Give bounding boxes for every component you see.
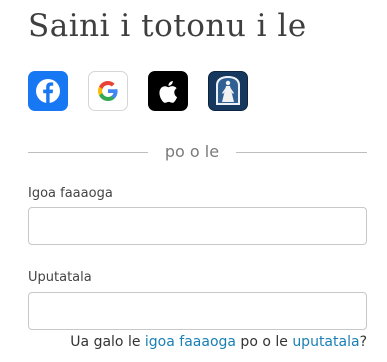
church-icon bbox=[216, 76, 240, 105]
forgot-credentials-text: Ua galo le igoa faaaoga po o le uputatal… bbox=[0, 332, 367, 352]
church-login-button[interactable] bbox=[208, 71, 248, 111]
password-input[interactable] bbox=[28, 292, 367, 330]
forgot-username-link[interactable]: igoa faaaoga bbox=[145, 334, 236, 350]
divider-line-left bbox=[28, 152, 148, 153]
facebook-icon bbox=[36, 79, 60, 103]
username-label: Igoa faaaoga bbox=[28, 186, 113, 201]
facebook-login-button[interactable] bbox=[28, 71, 68, 111]
divider-line-right bbox=[236, 152, 367, 153]
forgot-suffix: ? bbox=[359, 334, 367, 350]
google-icon bbox=[98, 81, 118, 101]
forgot-prefix: Ua galo le bbox=[70, 334, 145, 350]
forgot-middle: po o le bbox=[235, 334, 293, 350]
google-login-button[interactable] bbox=[88, 71, 128, 111]
apple-icon bbox=[159, 81, 178, 103]
username-input[interactable] bbox=[28, 207, 367, 245]
divider-label: po o le bbox=[164, 142, 220, 161]
page-title: Saini i totonu i le bbox=[28, 8, 307, 44]
password-label: Uputatala bbox=[28, 270, 92, 285]
forgot-password-link[interactable]: uputatala bbox=[292, 334, 359, 350]
apple-login-button[interactable] bbox=[148, 71, 188, 111]
